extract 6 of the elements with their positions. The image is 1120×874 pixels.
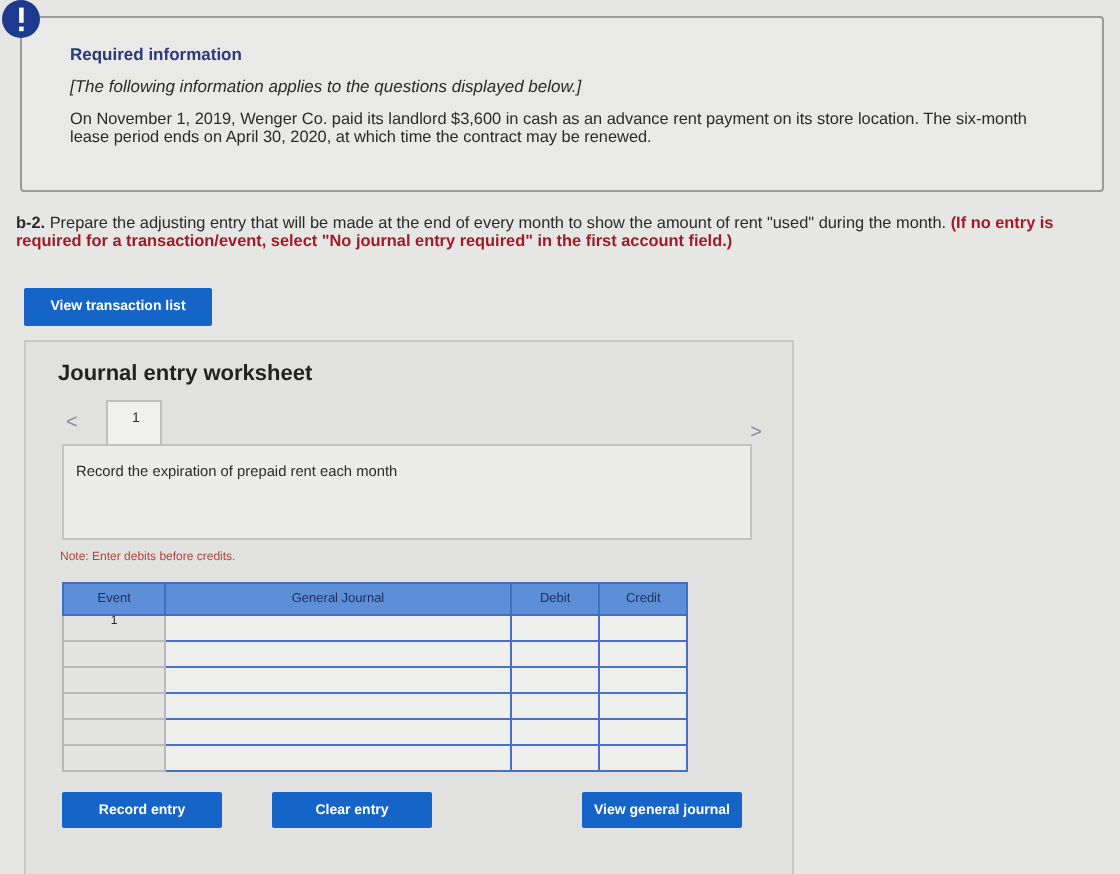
worksheet-title: Journal entry worksheet [58,362,315,386]
info-text: On November 1, 2019, Wenger Co. paid its landlord $3,600 in cash as an advance rent payment on its store location. The six-month lease period ends on April 30, 2020, at which time the contract may be renewed. [70,110,1029,146]
question-text: b-2. Prepare the adjusting entry that will be made at the end of every month to show the amount of rent "used" during the month. (If no entry is required for a transaction/event, select "No journal entry required" in the first account field.) [16,214,1056,250]
info-heading: Required information [70,44,244,64]
info-note: [The following information applies to the questions displayed below.] [70,76,584,96]
alert-icon [2,0,40,38]
